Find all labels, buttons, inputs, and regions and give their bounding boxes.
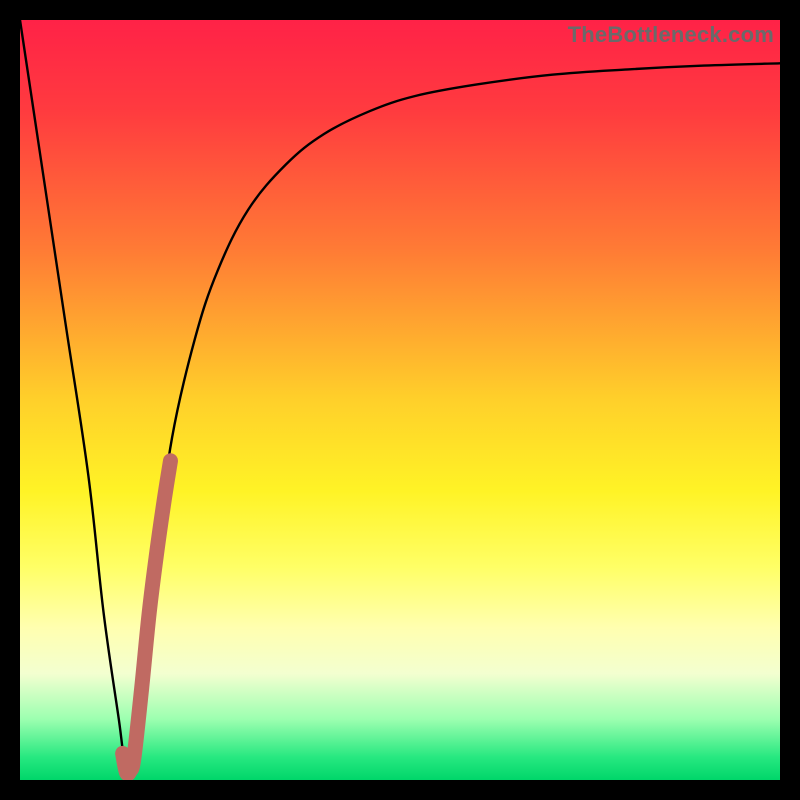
bottleneck-curve — [20, 20, 780, 775]
highlight-segment — [123, 461, 171, 774]
watermark-text: TheBottleneck.com — [568, 22, 774, 48]
outer-frame: TheBottleneck.com — [0, 0, 800, 800]
chart-curves — [20, 20, 780, 780]
plot-area: TheBottleneck.com — [20, 20, 780, 780]
